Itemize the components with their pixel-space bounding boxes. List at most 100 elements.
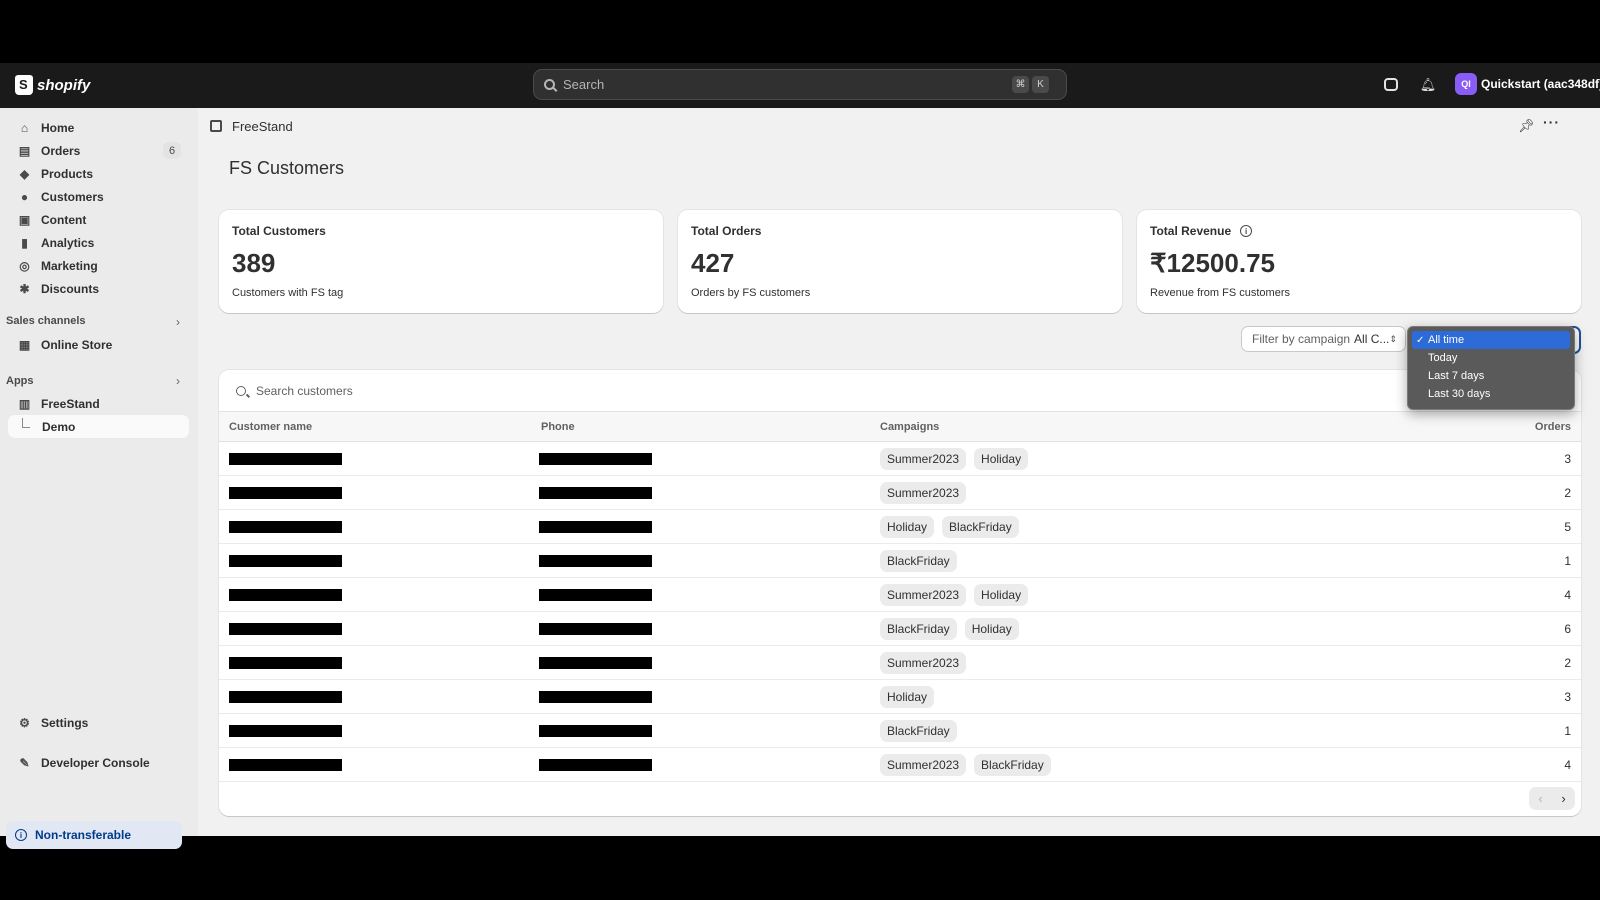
page-title: FS Customers (229, 158, 345, 178)
table-row[interactable]: BlackFriday 1 (219, 714, 1581, 748)
campaign-tag: Summer2023 (880, 481, 967, 504)
app-window: shopify Search ⌘ K 🔔︎ QI Quickstart (aac… (0, 63, 1600, 849)
redacted-customer-name (229, 758, 342, 771)
total-revenue-card: Total Revenue i ₹12500.75 Revenue from F… (1137, 210, 1581, 313)
total-customers-card: Total Customers 389 Customers with FS ta… (219, 210, 663, 313)
orders-count: 3 (1564, 689, 1571, 704)
app-icon (210, 120, 222, 132)
tag-icon: ◆ (19, 166, 30, 181)
redacted-phone (539, 486, 652, 499)
chevron-right-icon[interactable]: › (176, 374, 180, 388)
table-row[interactable]: Holiday 3 (219, 680, 1581, 714)
search-placeholder: Search (563, 77, 605, 92)
store-name[interactable]: Quickstart (aac348df) (1481, 77, 1600, 91)
dropdown-option[interactable]: Last 30 days (1412, 385, 1570, 403)
table-row[interactable]: Summer2023 2 (219, 476, 1581, 510)
column-header-phone[interactable]: Phone (541, 421, 575, 433)
orders-icon: ▤ (18, 143, 31, 158)
card-subtitle: Revenue from FS customers (1150, 287, 1290, 299)
sidebar-item-customers[interactable]: ● Customers (8, 185, 189, 208)
table-row[interactable]: BlackFriday 1 (219, 544, 1581, 578)
sidebar-item-online-store[interactable]: ▦ Online Store (8, 333, 189, 356)
campaign-tag: BlackFriday (942, 515, 1019, 538)
campaign-tags: BlackFriday (880, 549, 957, 572)
table-body: Summer2023 Holiday 3 Summer2023 2 Holiday Blac… (219, 442, 1581, 782)
store-icon[interactable] (1384, 78, 1398, 91)
sidebar-item-discounts[interactable]: ✱ Discounts (8, 277, 189, 300)
dropdown-option[interactable]: Today (1412, 349, 1570, 367)
sidebar-item-content[interactable]: ▣ Content (8, 208, 189, 231)
redacted-phone (539, 724, 652, 737)
filter-value: All C... (1354, 332, 1390, 346)
campaign-tags: Holiday BlackFriday (880, 515, 1019, 538)
sidebar-item-demo[interactable]: Demo (8, 415, 189, 438)
redacted-customer-name (229, 724, 342, 737)
next-page-icon[interactable]: › (1552, 787, 1575, 810)
home-icon: ⌂ (20, 120, 29, 135)
sidebar-item-freestand[interactable]: ▥ FreeStand (8, 392, 189, 415)
bell-icon[interactable]: 🔔︎ (1420, 77, 1437, 93)
redacted-customer-name (229, 520, 342, 533)
table-row[interactable]: Summer2023 Holiday 3 (219, 442, 1581, 476)
sidebar-item-label: Developer Console (41, 755, 150, 770)
pin-icon[interactable]: 📌︎ (1518, 118, 1535, 134)
global-search-input[interactable]: Search ⌘ K (533, 69, 1067, 100)
campaign-tag: BlackFriday (880, 719, 957, 742)
campaign-tags: BlackFriday Holiday (880, 617, 1019, 640)
sidebar-item-products[interactable]: ◆ Products (8, 162, 189, 185)
info-icon[interactable]: i (1240, 225, 1253, 237)
sidebar-item-label: Online Store (41, 337, 113, 352)
column-header-orders[interactable]: Orders (1535, 421, 1571, 433)
sales-channels-heading[interactable]: Sales channels (6, 315, 86, 327)
shopify-logo[interactable]: shopify (15, 73, 90, 97)
campaign-tag: Holiday (974, 583, 1029, 606)
table-row[interactable]: Holiday BlackFriday 5 (219, 510, 1581, 544)
bar-chart-icon: ▮ (21, 235, 28, 250)
info-icon: i (15, 829, 27, 841)
customer-search-input[interactable]: Search customers (219, 370, 1581, 412)
redacted-customer-name (229, 588, 342, 601)
discount-icon: ✱ (19, 281, 30, 296)
avatar[interactable]: QI (1455, 73, 1477, 95)
redacted-phone (539, 588, 652, 601)
table-row[interactable]: Summer2023 2 (219, 646, 1581, 680)
sidebar-item-home[interactable]: ⌂ Home (8, 116, 189, 139)
sidebar-item-developer-console[interactable]: ✎ Developer Console (8, 751, 189, 774)
prev-page-icon[interactable]: ‹ (1529, 787, 1552, 810)
table-row[interactable]: Summer2023 Holiday 4 (219, 578, 1581, 612)
column-header-campaigns[interactable]: Campaigns (880, 421, 939, 433)
date-range-dropdown: ✓ All time Today Last 7 days Last 30 days (1407, 326, 1575, 410)
wrench-icon: ✎ (19, 755, 30, 770)
k-key-icon: K (1032, 76, 1049, 93)
redacted-customer-name (229, 690, 342, 703)
sidebar-item-analytics[interactable]: ▮ Analytics (8, 231, 189, 254)
redacted-phone (539, 656, 652, 669)
sidebar-item-label: Orders (41, 143, 81, 158)
orders-count: 1 (1564, 723, 1571, 738)
table-row[interactable]: Summer2023 BlackFriday 4 (219, 748, 1581, 782)
column-header-name[interactable]: Customer name (229, 421, 312, 433)
campaign-tag: Summer2023 (880, 753, 967, 776)
logo-text: shopify (37, 76, 91, 94)
non-transferable-banner[interactable]: i Non-transferable (6, 821, 182, 849)
card-subtitle: Customers with FS tag (232, 287, 344, 299)
campaign-tag: BlackFriday (974, 753, 1051, 776)
campaign-filter-select[interactable]: Filter by campaign All C... ⇕ (1241, 326, 1406, 352)
more-actions-icon[interactable]: ··· (1543, 114, 1560, 130)
sidebar-item-orders[interactable]: ▤ Orders 6 (8, 139, 189, 162)
sidebar-item-marketing[interactable]: ◎ Marketing (8, 254, 189, 277)
campaign-tag: Holiday (880, 685, 935, 708)
dropdown-option[interactable]: Last 7 days (1412, 367, 1570, 385)
apps-heading[interactable]: Apps (6, 375, 34, 387)
card-title-row: Total Revenue i (1150, 224, 1568, 238)
table-row[interactable]: BlackFriday Holiday 6 (219, 612, 1581, 646)
orders-count: 2 (1564, 485, 1571, 500)
card-value: 427 (691, 248, 735, 278)
chevron-right-icon[interactable]: › (176, 315, 180, 329)
sidebar-item-label: FreeStand (41, 396, 100, 411)
sidebar: ⌂ Home ▤ Orders 6 ◆ Products ● Customers… (0, 108, 198, 836)
content-icon: ▣ (18, 212, 31, 227)
sidebar-item-settings[interactable]: ⚙ Settings (8, 711, 189, 734)
redacted-customer-name (229, 452, 342, 465)
dropdown-option[interactable]: ✓ All time (1412, 331, 1570, 349)
